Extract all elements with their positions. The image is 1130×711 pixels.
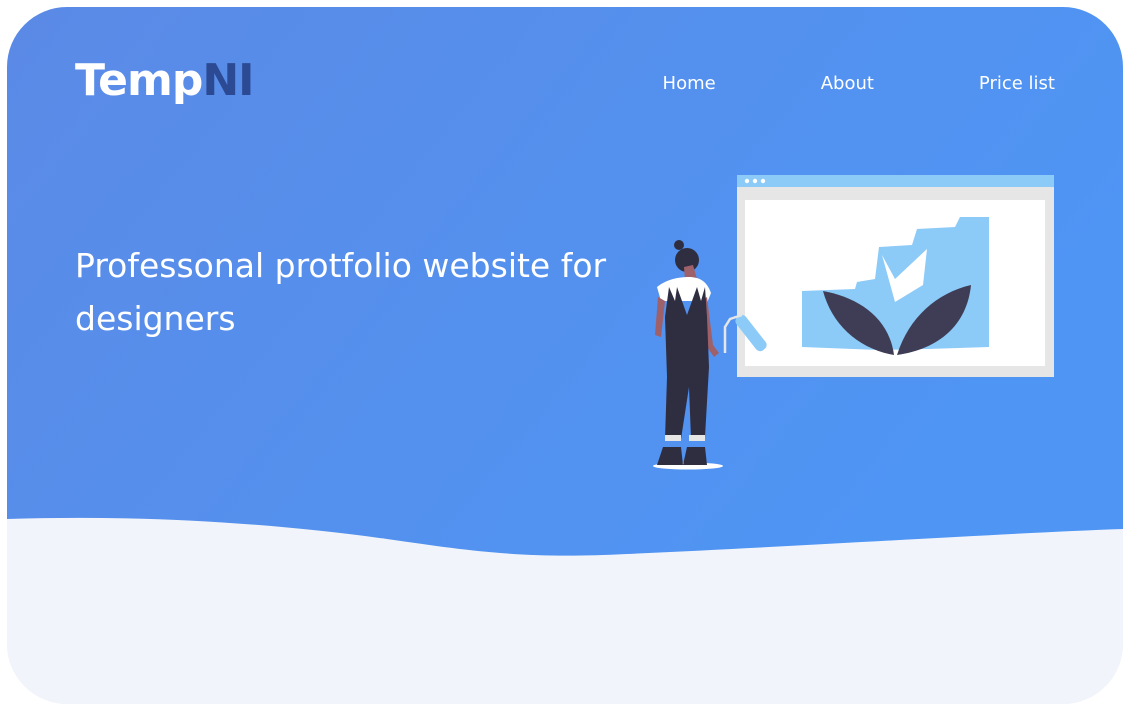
person-figure (653, 240, 723, 470)
brand-logo[interactable]: TempNI (75, 59, 255, 103)
brand-name-part2: NI (202, 55, 254, 106)
nav-about-link[interactable]: About (821, 73, 874, 94)
brand-name-part1: Temp (75, 55, 203, 106)
window-dot (760, 178, 766, 184)
painter-with-browser-illustration (653, 175, 1054, 470)
main-nav: Home About Price list (663, 73, 1055, 94)
hero-headline: Professonal protfolio website for design… (75, 246, 607, 338)
nav-price-list-link[interactable]: Price list (979, 73, 1055, 94)
browser-window-graphic (737, 175, 1054, 377)
window-dot (744, 178, 750, 184)
window-dot (752, 178, 758, 184)
nav-home-link[interactable]: Home (663, 73, 716, 94)
page-frame: TempNI Home About Price list Professonal… (7, 7, 1123, 704)
